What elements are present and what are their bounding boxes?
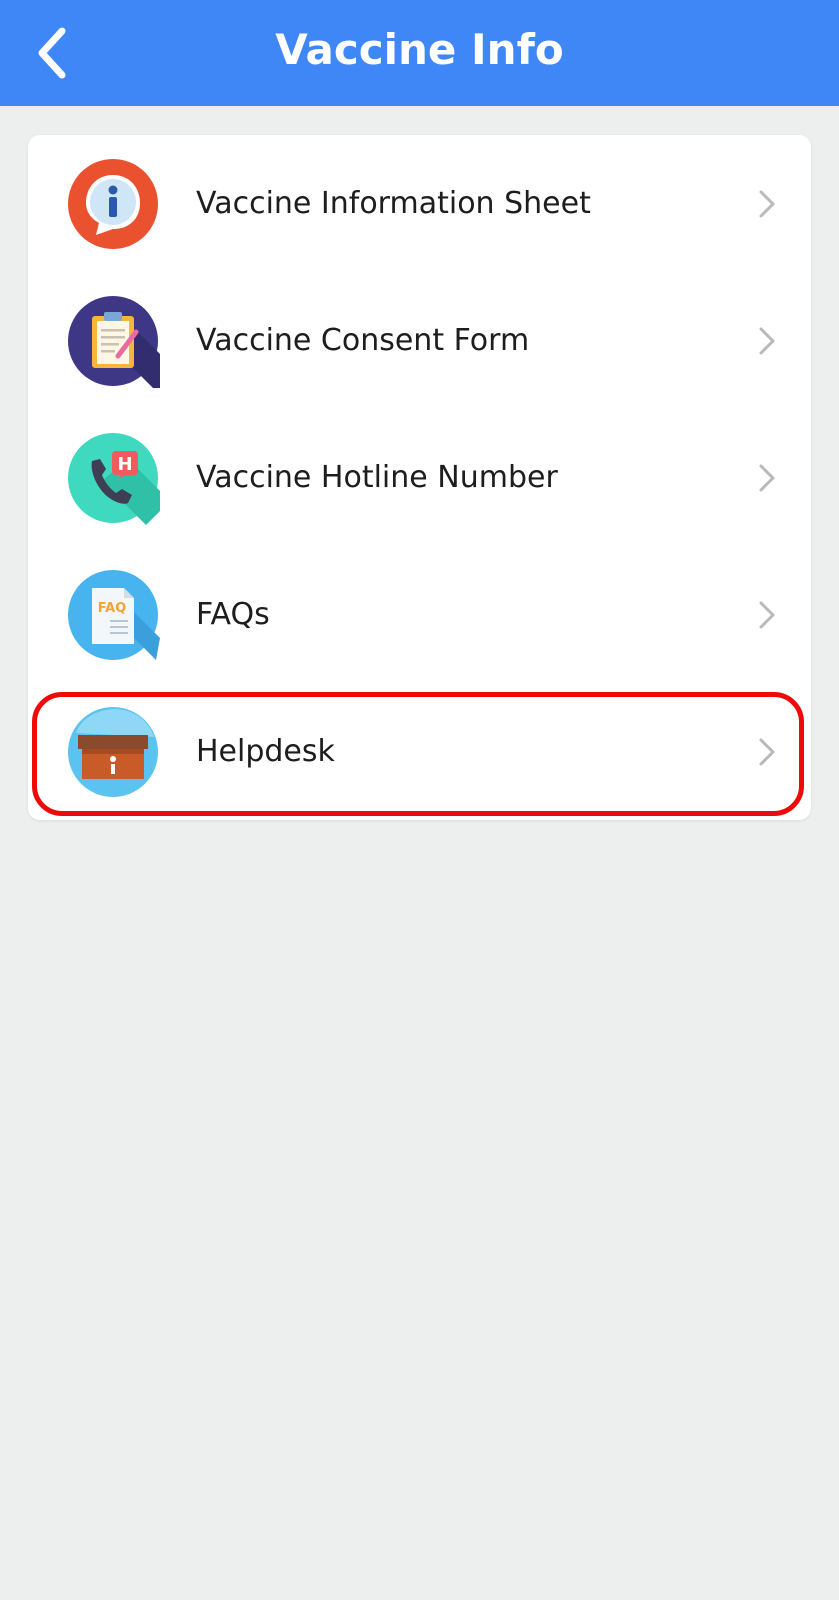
menu-item-label: FAQs (196, 597, 270, 632)
faq-document-icon: FAQ (68, 570, 160, 660)
menu-item-faqs[interactable]: FAQ FAQs (28, 546, 811, 683)
info-box-icon (68, 707, 158, 797)
menu-item-label: Vaccine Hotline Number (196, 460, 558, 495)
menu-item-vaccine-consent-form[interactable]: Vaccine Consent Form (28, 272, 811, 409)
info-bubble-icon (68, 159, 158, 249)
chevron-right-icon (759, 601, 775, 629)
chevron-right-icon (759, 190, 775, 218)
app-header: Vaccine Info (0, 0, 839, 106)
menu-item-vaccine-hotline-number[interactable]: H Vaccine Hotline Number (28, 409, 811, 546)
menu-item-label: Vaccine Information Sheet (196, 186, 591, 221)
hospital-phone-icon: H (68, 433, 160, 525)
menu-item-label: Vaccine Consent Form (196, 323, 530, 358)
menu-item-label: Helpdesk (196, 734, 335, 769)
menu-card: Vaccine Information Sheet Vaccine Consen… (28, 135, 811, 820)
svg-text:H: H (117, 454, 132, 475)
chevron-right-icon (759, 464, 775, 492)
menu-item-vaccine-information-sheet[interactable]: Vaccine Information Sheet (28, 135, 811, 272)
page-title: Vaccine Info (275, 25, 564, 74)
faq-icon-text: FAQ (98, 601, 127, 616)
chevron-right-icon (759, 738, 775, 766)
menu-item-helpdesk[interactable]: Helpdesk (28, 683, 811, 820)
clipboard-icon (68, 296, 160, 388)
chevron-right-icon (759, 327, 775, 355)
